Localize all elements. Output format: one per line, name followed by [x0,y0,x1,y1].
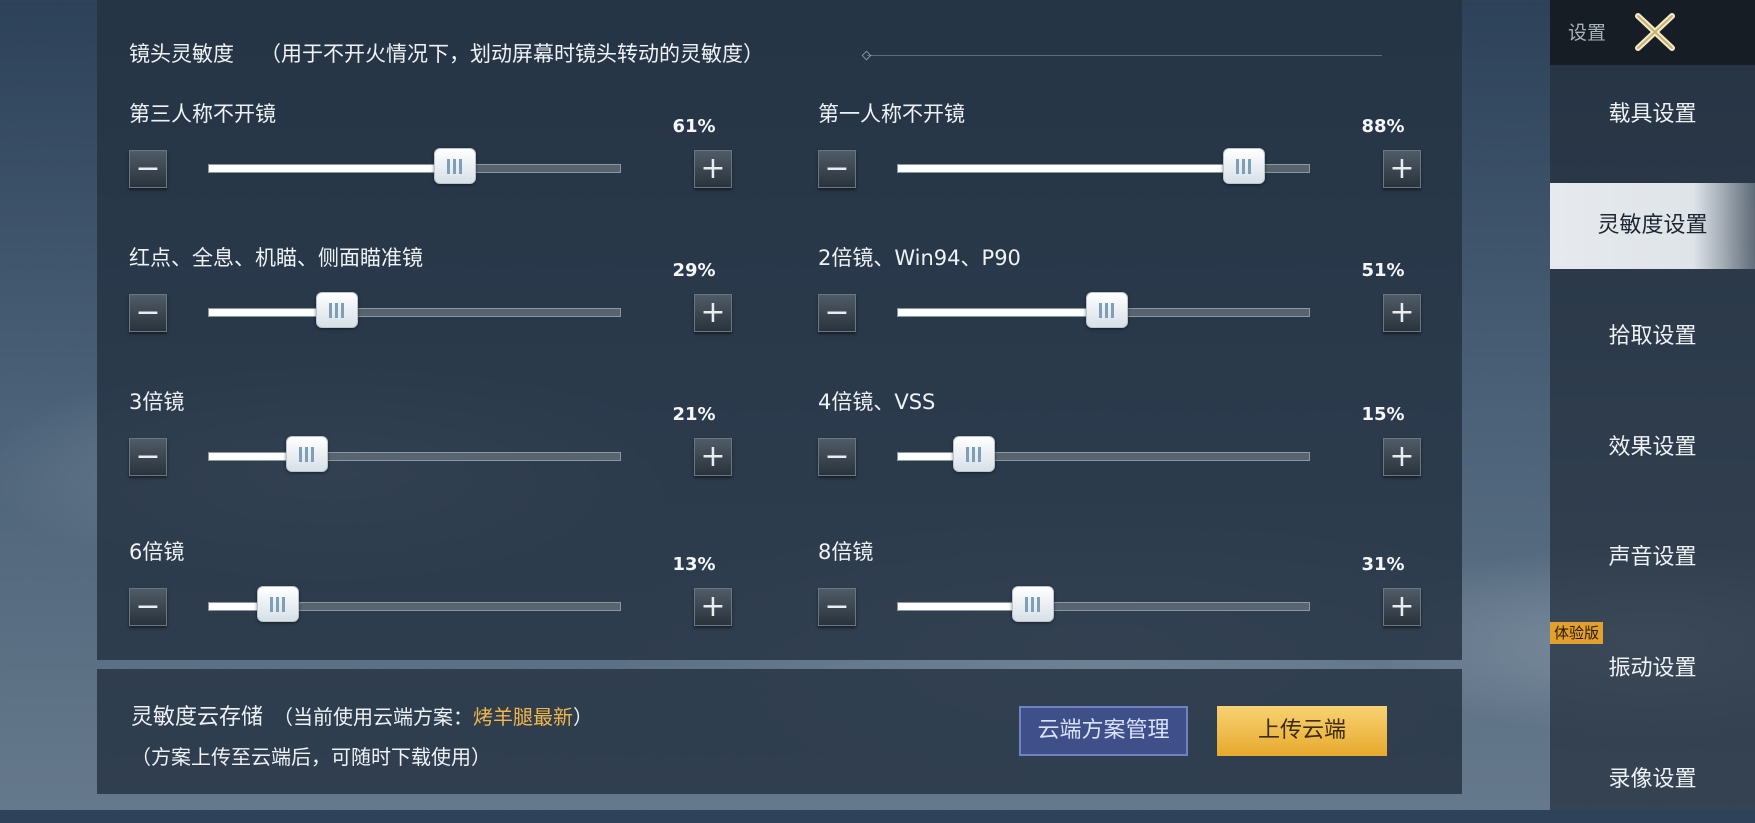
slider-track[interactable] [208,436,621,472]
slider-percent: 51% [1361,260,1405,281]
settings-sidebar: 设置 载具设置 灵敏度设置 拾取设置 效果设置 声音设置 体验版 振动设置 录像… [1550,0,1755,810]
slider-track[interactable] [897,436,1310,472]
slider-track[interactable] [897,586,1310,622]
slider-track[interactable] [208,586,621,622]
slider-thumb[interactable] [1012,586,1055,622]
decrease-button[interactable]: − [129,438,167,476]
slider-fill [898,165,1244,172]
slider-label: 3倍镜 [129,390,185,414]
decrease-button[interactable]: − [129,294,167,332]
increase-button[interactable]: + [694,588,732,626]
slider-row-first-person: 第一人称不开镜 88% − + [818,98,1421,208]
increase-button[interactable]: + [1383,438,1421,476]
decrease-button[interactable]: − [818,150,856,188]
sidebar-item-vehicle[interactable]: 载具设置 [1550,72,1755,158]
current-scheme-line: （当前使用云端方案：烤羊腿最新） [273,705,593,729]
increase-button[interactable]: + [694,294,732,332]
sidebar-header: 设置 [1550,0,1755,65]
section-title: 镜头灵敏度 [129,42,234,66]
sidebar-item-sensitivity[interactable]: 灵敏度设置 [1550,183,1755,269]
cloud-scheme-manage-button[interactable]: 云端方案管理 [1019,706,1188,756]
slider-fill [209,165,456,172]
increase-button[interactable]: + [1383,588,1421,626]
slider-row-third-person: 第三人称不开镜 61% − + [129,98,732,208]
increase-button[interactable]: + [694,438,732,476]
upload-cloud-button[interactable]: 上传云端 [1217,706,1387,756]
slider-track[interactable] [208,148,621,184]
slider-row-red-dot: 红点、全息、机瞄、侧面瞄准镜 29% − + [129,242,732,352]
cloud-title: 灵敏度云存储 [131,705,264,730]
current-scheme-suffix: ） [573,705,594,729]
increase-button[interactable]: + [694,150,732,188]
increase-button[interactable]: + [1383,294,1421,332]
slider-percent: 15% [1361,404,1405,425]
slider-row-8x: 8倍镜 31% − + [818,536,1421,646]
slider-label: 4倍镜、VSS [818,390,936,414]
slider-fill [898,309,1108,316]
decrease-button[interactable]: − [818,294,856,332]
slider-row-3x: 3倍镜 21% − + [129,386,732,496]
slider-label: 红点、全息、机瞄、侧面瞄准镜 [129,246,423,270]
sidebar-item-sound[interactable]: 声音设置 [1550,515,1755,601]
slider-label: 8倍镜 [818,540,874,564]
slider-thumb[interactable] [1086,292,1129,328]
slider-thumb[interactable] [434,148,477,184]
slider-label: 第三人称不开镜 [129,102,276,126]
slider-row-4x: 4倍镜、VSS 15% − + [818,386,1421,496]
cloud-storage-panel: 灵敏度云存储 （当前使用云端方案：烤羊腿最新） （方案上传至云端后，可随时下载使用… [97,669,1462,794]
decrease-button[interactable]: − [129,150,167,188]
slider-label: 2倍镜、Win94、P90 [818,246,1021,270]
slider-percent: 61% [672,116,716,137]
sidebar-item-vibration[interactable]: 振动设置 [1550,626,1755,712]
cloud-title-line: 灵敏度云存储 （当前使用云端方案：烤羊腿最新） [131,699,593,731]
sensitivity-panel: 镜头灵敏度 （用于不开火情况下，划动屏幕时镜头转动的灵敏度） 第三人称不开镜 61… [97,0,1462,660]
header-divider [867,55,1382,56]
slider-percent: 13% [672,554,716,575]
decrease-button[interactable]: − [818,588,856,626]
slider-label: 6倍镜 [129,540,185,564]
sidebar-item-pickup[interactable]: 拾取设置 [1550,294,1755,380]
slider-thumb[interactable] [953,436,996,472]
slider-label: 第一人称不开镜 [818,102,965,126]
slider-row-2x: 2倍镜、Win94、P90 51% − + [818,242,1421,352]
slider-thumb[interactable] [316,292,358,328]
slider-track[interactable] [897,148,1310,184]
section-note: （用于不开火情况下，划动屏幕时镜头转动的灵敏度） [260,42,764,66]
slider-track[interactable] [208,292,621,328]
cloud-description: （方案上传至云端后，可随时下载使用） [131,745,491,769]
current-scheme-prefix: （当前使用云端方案： [273,705,474,729]
close-x-icon[interactable] [1630,12,1680,52]
slider-percent: 29% [672,260,716,281]
slider-thumb[interactable] [286,436,329,472]
current-scheme-name: 烤羊腿最新 [473,705,574,729]
section-header: 镜头灵敏度 （用于不开火情况下，划动屏幕时镜头转动的灵敏度） [129,38,764,68]
slider-percent: 21% [672,404,716,425]
decrease-button[interactable]: − [129,588,167,626]
slider-row-6x: 6倍镜 13% − + [129,536,732,646]
sidebar-item-recording[interactable]: 录像设置 [1550,737,1755,823]
slider-percent: 88% [1361,116,1405,137]
slider-thumb[interactable] [1222,148,1265,184]
sidebar-item-effects[interactable]: 效果设置 [1550,405,1755,491]
decrease-button[interactable]: − [818,438,856,476]
slider-track[interactable] [897,292,1310,328]
settings-title: 设置 [1568,22,1607,44]
increase-button[interactable]: + [1383,150,1421,188]
slider-thumb[interactable] [256,586,299,622]
slider-percent: 31% [1361,554,1405,575]
